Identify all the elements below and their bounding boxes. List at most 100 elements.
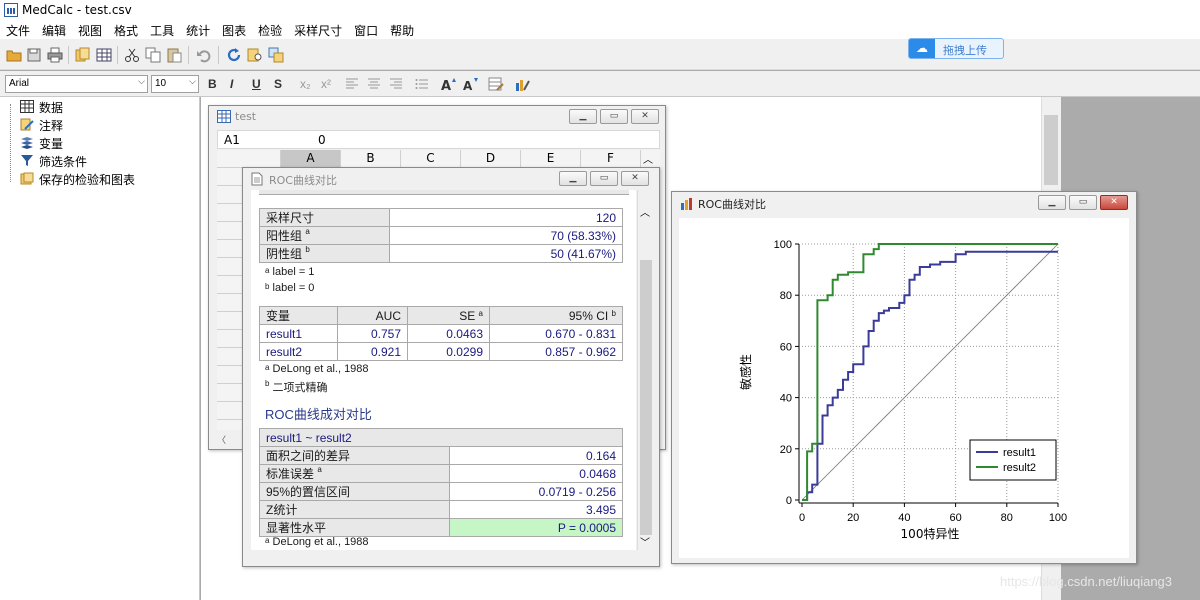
subscript-button[interactable]: x₂ <box>300 77 311 91</box>
tree-item-label: 注释 <box>39 119 64 133</box>
superscript-button[interactable]: x² <box>321 77 331 91</box>
find-icon[interactable] <box>247 47 263 63</box>
maximize-button[interactable]: ▭ <box>1069 195 1097 210</box>
font-family-select[interactable]: Arial ⌵ <box>5 75 148 93</box>
menu-window[interactable]: 窗口 <box>348 20 384 39</box>
column-header[interactable]: D <box>461 150 521 168</box>
bullet-list-icon[interactable] <box>414 76 430 92</box>
paste-icon[interactable] <box>166 47 182 63</box>
legend-box <box>969 439 1057 481</box>
table-icon <box>20 100 34 113</box>
italic-button[interactable]: I <box>230 77 233 91</box>
graph-window[interactable]: ROC曲线对比 ▁ ▭ ✕ 0 20 40 60 80 100 0 20 40 60 80 100 r… <box>671 191 1137 564</box>
graph-titlebar[interactable]: ROC曲线对比 ▁ ▭ ✕ <box>672 192 1136 214</box>
window-title: test <box>235 110 257 123</box>
footnote: a DeLong et al., 1988 <box>265 363 369 375</box>
toolbar-separator <box>188 46 189 64</box>
variable-cell: result1 <box>259 324 338 343</box>
menu-file[interactable]: 文件 <box>0 20 36 39</box>
row-label: 标准误差 a <box>259 464 450 483</box>
font-family-value: Arial <box>9 78 30 89</box>
spreadsheet-titlebar[interactable]: test ▁ ▭ ✕ <box>209 106 665 128</box>
report-window[interactable]: ROC曲线对比 ▁ ▭ ✕ 采样尺寸 120 阳性组 a 70 (58.33%) 阴… <box>242 167 660 567</box>
menu-graphs[interactable]: 图表 <box>216 20 252 39</box>
spreadsheet-icon <box>217 110 231 123</box>
menu-view[interactable]: 视图 <box>72 20 108 39</box>
x-tick-label: 60 <box>949 512 961 524</box>
upload-button[interactable]: ☁ 拖拽上传 <box>908 38 1004 59</box>
cell-editor[interactable]: A1 0 <box>217 130 660 149</box>
legend-label: result2 <box>1003 462 1036 474</box>
edit-table-icon[interactable] <box>488 76 504 92</box>
column-header: 95% CI b <box>489 306 623 325</box>
close-button[interactable]: ✕ <box>631 109 659 124</box>
increase-font-icon[interactable]: A <box>440 76 456 92</box>
menu-help[interactable]: 帮助 <box>384 20 420 39</box>
x-tick-label: 80 <box>1001 512 1013 524</box>
auc-cell: 0.921 <box>337 342 408 361</box>
report-scrollbar[interactable]: ︿ ﹀ <box>637 190 653 550</box>
row-value: 70 (58.33%) <box>389 226 623 245</box>
underline-button[interactable]: U <box>252 77 261 91</box>
close-button[interactable]: ✕ <box>621 171 649 186</box>
scrollbar-thumb[interactable] <box>1044 115 1058 185</box>
open-icon[interactable] <box>6 47 22 63</box>
table-header-row: result1 ~ result2 <box>259 428 623 447</box>
bold-button[interactable]: B <box>208 77 217 91</box>
decrease-font-icon[interactable]: A <box>462 76 478 92</box>
scroll-up-icon[interactable]: ︿ <box>643 151 653 166</box>
tree-item-label: 数据 <box>39 101 64 115</box>
x-tick-label: 0 <box>799 512 805 524</box>
minimize-button[interactable]: ▁ <box>1038 195 1066 210</box>
corner-cell[interactable] <box>217 150 281 168</box>
spreadsheet-icon[interactable] <box>96 47 112 63</box>
undo-icon[interactable] <box>196 47 212 63</box>
maximize-button[interactable]: ▭ <box>590 171 618 186</box>
menu-format[interactable]: 格式 <box>108 20 144 39</box>
minimize-button[interactable]: ▁ <box>569 109 597 124</box>
minimize-button[interactable]: ▁ <box>559 171 587 186</box>
menu-statistics[interactable]: 统计 <box>180 20 216 39</box>
column-header[interactable]: B <box>341 150 401 168</box>
y-tick-label: 20 <box>780 444 792 456</box>
menu-edit[interactable]: 编辑 <box>36 20 72 39</box>
section-heading: ROC曲线成对对比 <box>265 407 372 422</box>
refresh-icon[interactable] <box>226 47 242 63</box>
report-titlebar[interactable]: ROC曲线对比 ▁ ▭ ✕ <box>243 168 659 190</box>
align-left-icon[interactable] <box>344 76 360 92</box>
menu-tests[interactable]: 检验 <box>252 20 288 39</box>
cloud-icon: ☁ <box>909 39 935 58</box>
scroll-down-icon[interactable]: ﹀ <box>640 534 650 549</box>
table-row: Z统计 3.495 <box>259 500 623 519</box>
chart-wizard-icon[interactable] <box>514 76 530 92</box>
column-header[interactable]: C <box>401 150 461 168</box>
cut-icon[interactable] <box>124 47 140 63</box>
close-button[interactable]: ✕ <box>1100 195 1128 210</box>
row-label: 阴性组 b <box>259 244 390 263</box>
copy-doc-icon[interactable] <box>75 47 91 63</box>
font-size-select[interactable]: 10 ⌵ <box>151 75 199 93</box>
replace-icon[interactable] <box>268 47 284 63</box>
column-header[interactable]: E <box>521 150 581 168</box>
align-right-icon[interactable] <box>388 76 404 92</box>
cell-reference: A1 <box>224 133 240 147</box>
menu-tools[interactable]: 工具 <box>144 20 180 39</box>
column-header[interactable]: A <box>281 150 341 168</box>
clipped-row <box>259 190 629 195</box>
align-center-icon[interactable] <box>366 76 382 92</box>
scroll-up-icon[interactable]: ︿ <box>640 204 650 219</box>
column-header[interactable]: F <box>581 150 641 168</box>
print-icon[interactable] <box>47 47 63 63</box>
menu-sampling[interactable]: 采样尺寸 <box>288 20 348 39</box>
scrollbar-thumb[interactable] <box>640 260 652 535</box>
x-tick-label: 20 <box>847 512 859 524</box>
chart-legend: result1 result2 <box>969 439 1057 481</box>
table-row: result2 0.921 0.0299 0.857 - 0.962 <box>259 342 623 361</box>
save-icon[interactable] <box>26 47 42 63</box>
copy-icon[interactable] <box>145 47 161 63</box>
format-toolbar: Arial ⌵ 10 ⌵ B I U S x₂ x² A A <box>0 71 1200 97</box>
strikethrough-button[interactable]: S <box>274 77 282 91</box>
y-tick-label: 80 <box>780 290 792 302</box>
main-toolbar <box>0 39 1200 70</box>
maximize-button[interactable]: ▭ <box>600 109 628 124</box>
